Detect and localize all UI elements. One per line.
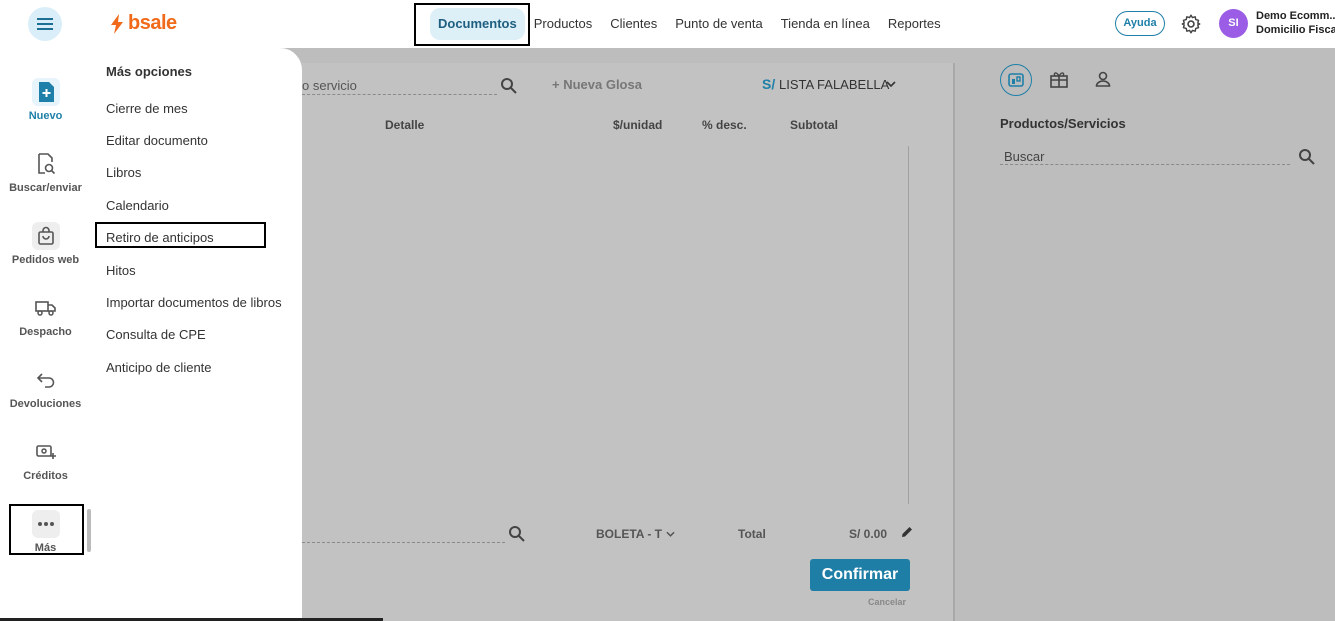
user-branch: Domicilio Fisca [1256, 24, 1335, 36]
chevron-down-icon [666, 531, 675, 537]
menu-item-consulta-de-cpe[interactable]: Consulta de CPE [106, 327, 206, 342]
sidebar-item-despacho[interactable]: Despacho [0, 294, 91, 338]
menu-item-libros[interactable]: Libros [106, 165, 141, 180]
new-document-icon [31, 78, 60, 106]
sidebar-item-creditos[interactable]: Créditos [0, 438, 91, 482]
price-list-prefix: S/ [762, 76, 776, 92]
column-subtotal: Subtotal [790, 118, 838, 132]
gift-box-icon[interactable] [1049, 70, 1069, 88]
products-search-placeholder: Buscar [1004, 149, 1045, 164]
menu-item-cierre-de-mes[interactable]: Cierre de mes [106, 101, 188, 116]
nav-punto-de-venta[interactable]: Punto de venta [666, 8, 771, 40]
cash-plus-icon [32, 438, 60, 466]
sidebar-item-label: Nuevo [28, 110, 63, 122]
total-label: Total [738, 527, 766, 541]
avatar[interactable]: SI [1219, 9, 1248, 38]
products-panel [958, 48, 1335, 621]
user-name[interactable]: Demo Ecomm... [1256, 10, 1335, 22]
truck-icon [32, 294, 60, 322]
cancel-button[interactable]: Cancelar [868, 597, 906, 607]
highlight-box-retiro-de-anticipos [95, 222, 266, 248]
hamburger-icon [37, 18, 53, 30]
sidebar-item-nuevo[interactable]: Nuevo [0, 78, 91, 122]
sidebar-item-pedidos-web[interactable]: Pedidos web [0, 222, 91, 266]
shopping-bag-icon [31, 222, 60, 250]
chevron-down-icon [886, 81, 896, 87]
logo-text: bsale [128, 12, 177, 34]
menu-item-editar-documento[interactable]: Editar documento [106, 133, 208, 148]
table-divider [908, 146, 909, 504]
search-icon[interactable] [1298, 148, 1316, 166]
return-arrow-icon [32, 366, 60, 394]
confirm-button[interactable]: Confirmar [810, 559, 910, 591]
bsale-logo[interactable]: bsale [110, 12, 177, 35]
menu-item-calendario[interactable]: Calendario [106, 198, 169, 213]
total-value: S/ 0.00 [849, 527, 888, 541]
products-search-input[interactable] [1000, 164, 1290, 165]
highlight-box-mas [9, 504, 84, 555]
product-search-input[interactable] [302, 94, 497, 95]
column-discount: % desc. [702, 118, 747, 132]
search-icon[interactable] [500, 77, 518, 95]
nav-productos[interactable]: Productos [525, 8, 602, 40]
column-unit-price: $/unidad [613, 118, 663, 132]
user-icon[interactable] [1094, 70, 1112, 88]
sidebar-item-label: Créditos [23, 470, 68, 482]
client-search-input[interactable] [302, 542, 505, 543]
sidebar-item-buscar-enviar[interactable]: Buscar/enviar [0, 150, 91, 194]
sidebar-item-label: Pedidos web [11, 254, 80, 266]
sidebar-item-label: Buscar/enviar [9, 182, 82, 194]
more-options-menu: Más opciones Cierre de mes Editar docume… [91, 48, 302, 621]
store-icon [1008, 73, 1024, 87]
nueva-glosa-button[interactable]: + Nueva Glosa [552, 77, 642, 92]
bolt-icon [111, 13, 123, 34]
sidebar-item-label: Despacho [19, 326, 72, 338]
price-list-select[interactable]: LISTA FALABELLA [779, 77, 889, 92]
nav-reportes[interactable]: Reportes [879, 8, 950, 40]
products-title: Productos/Servicios [1000, 116, 1126, 131]
menu-item-hitos[interactable]: Hitos [106, 263, 136, 278]
document-search-icon [32, 150, 60, 178]
nav-tienda-en-linea[interactable]: Tienda en línea [772, 8, 879, 40]
sidebar-item-label: Devoluciones [9, 398, 82, 410]
product-search-text: o servicio [302, 78, 357, 93]
search-icon[interactable] [508, 525, 526, 543]
menu-title: Más opciones [106, 64, 192, 79]
gear-icon[interactable] [1180, 13, 1202, 35]
menu-item-anticipo-de-cliente[interactable]: Anticipo de cliente [106, 360, 212, 375]
highlight-box-documentos [414, 3, 530, 46]
menu-item-importar-documentos-de-libros[interactable]: Importar documentos de libros [106, 295, 282, 310]
pencil-icon[interactable] [901, 526, 913, 538]
tab-products[interactable] [1000, 64, 1032, 96]
hamburger-menu-button[interactable] [28, 7, 62, 41]
top-bar: bsale Documentos Productos Clientes Punt… [0, 0, 1335, 48]
help-button[interactable]: Ayuda [1115, 11, 1165, 36]
sidebar-item-devoluciones[interactable]: Devoluciones [0, 366, 91, 410]
column-detalle: Detalle [385, 118, 425, 132]
nav-clientes[interactable]: Clientes [601, 8, 666, 40]
document-type-select[interactable]: BOLETA - T [596, 527, 662, 541]
